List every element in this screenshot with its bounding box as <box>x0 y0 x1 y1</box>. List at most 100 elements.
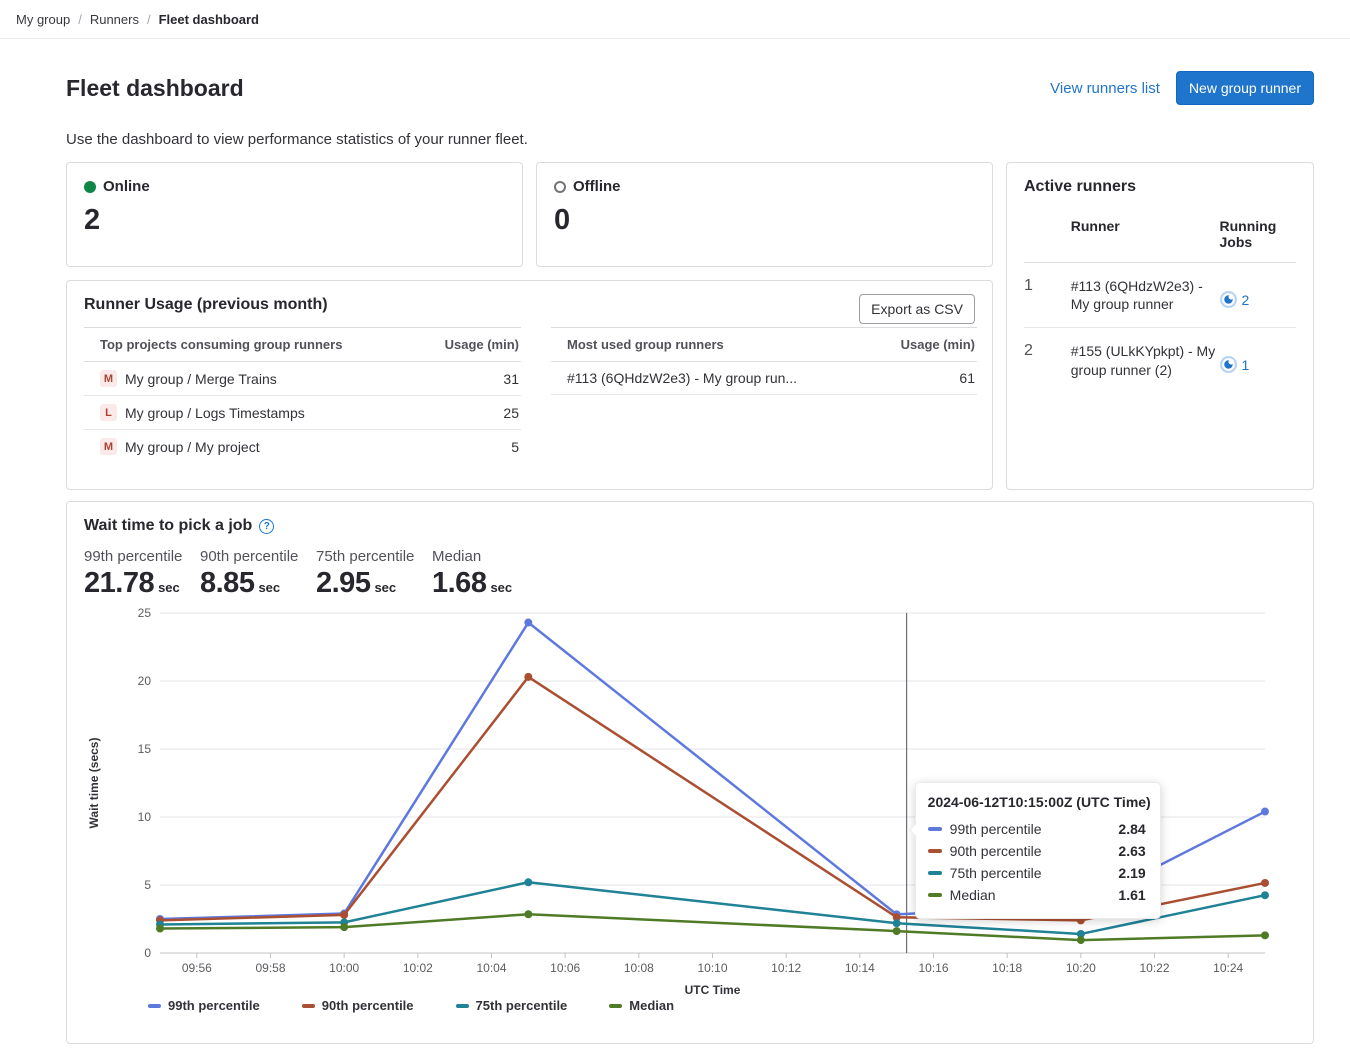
data-point[interactable] <box>156 925 164 933</box>
y-tick-label: 5 <box>144 878 151 892</box>
data-point[interactable] <box>524 910 532 918</box>
tooltip-title: 2024-06-12T10:15:00Z (UTC Time) <box>928 794 1146 810</box>
x-tick-label: 10:04 <box>476 961 506 975</box>
usage-value: 5 <box>431 430 521 464</box>
usage-tables: Top projects consuming group runners Usa… <box>84 327 975 463</box>
tooltip-series-chip <box>928 871 942 875</box>
project-avatar: M <box>100 438 117 455</box>
runner-usage-title: Runner Usage (previous month) <box>84 296 975 314</box>
wait-time-chart[interactable]: 051015202509:5609:5810:0010:0210:0410:06… <box>84 606 1296 1031</box>
breadcrumb-separator: / <box>147 12 151 27</box>
x-tick-label: 10:10 <box>697 961 727 975</box>
view-runners-list-link[interactable]: View runners list <box>1050 80 1160 97</box>
running-jobs-cell: 1 <box>1220 356 1297 373</box>
tooltip-row: Median1.61 <box>928 884 1146 906</box>
running-jobs-count[interactable]: 2 <box>1242 292 1250 308</box>
legend-label: 75th percentile <box>476 998 568 1013</box>
page-title: Fleet dashboard <box>66 75 244 102</box>
x-tick-label: 10:18 <box>992 961 1022 975</box>
offline-count: 0 <box>554 204 975 237</box>
legend-item-75th-percentile[interactable]: 75th percentile <box>456 998 568 1013</box>
export-csv-button[interactable]: Export as CSV <box>859 294 975 324</box>
runner-name: #113 (6QHdzW2e3) - My group run... <box>551 362 887 395</box>
stat-unit: sec <box>374 580 396 595</box>
x-tick-label: 09:56 <box>182 961 212 975</box>
data-point[interactable] <box>1077 936 1085 944</box>
table-row: 2 #155 (ULkKYpkpt) - My group runner (2)… <box>1024 328 1296 393</box>
usage-value: 31 <box>431 362 521 396</box>
x-tick-label: 10:02 <box>403 961 433 975</box>
project-name: My group / My project <box>125 439 260 455</box>
x-tick-label: 10:22 <box>1139 961 1169 975</box>
data-point[interactable] <box>524 878 532 886</box>
runner-index: 1 <box>1024 263 1071 328</box>
data-point[interactable] <box>340 911 348 919</box>
breadcrumb-runners[interactable]: Runners <box>90 12 139 27</box>
data-point[interactable] <box>1261 931 1269 939</box>
y-tick-label: 10 <box>138 810 152 824</box>
legend-item-99th-percentile[interactable]: 99th percentile <box>148 998 260 1013</box>
stat-unit: sec <box>158 580 180 595</box>
offline-label: Offline <box>573 178 621 195</box>
legend-label: 99th percentile <box>168 998 260 1013</box>
chart-tooltip: 2024-06-12T10:15:00Z (UTC Time) 99th per… <box>915 782 1161 919</box>
legend-label: Median <box>629 998 674 1013</box>
stat-75th: 75th percentile 2.95sec <box>316 548 432 600</box>
cards-grid: Online 2 Offline 0 Active runners Runner… <box>66 162 1314 490</box>
tooltip-series-chip <box>928 827 942 831</box>
data-point[interactable] <box>1261 891 1269 899</box>
tooltip-series-name: 99th percentile <box>950 821 1042 837</box>
stat-99th: 99th percentile 21.78sec <box>84 548 200 600</box>
breadcrumb-my-group[interactable]: My group <box>16 12 70 27</box>
active-runners-panel: Active runners Runner Running Jobs 1 #11… <box>1006 162 1314 490</box>
tooltip-series-chip <box>928 893 942 897</box>
x-tick-label: 10:16 <box>918 961 948 975</box>
offline-card-header: Offline <box>554 178 975 195</box>
data-point[interactable] <box>1261 808 1269 816</box>
data-point[interactable] <box>524 673 532 681</box>
stat-value: 1.68 <box>432 567 486 600</box>
stat-unit: sec <box>490 580 512 595</box>
x-tick-label: 10:20 <box>1066 961 1096 975</box>
y-tick-label: 25 <box>138 606 152 620</box>
stat-unit: sec <box>258 580 280 595</box>
data-point[interactable] <box>340 923 348 931</box>
new-group-runner-button[interactable]: New group runner <box>1176 71 1314 105</box>
running-jobs-count[interactable]: 1 <box>1242 357 1250 373</box>
column-header-usage-min: Usage (min) <box>887 328 977 362</box>
tooltip-series-name: 75th percentile <box>950 865 1042 881</box>
data-point[interactable] <box>1261 879 1269 887</box>
usage-value: 25 <box>431 396 521 430</box>
x-axis-label: UTC Time <box>685 983 741 997</box>
wait-time-stats: 99th percentile 21.78sec 90th percentile… <box>84 548 1296 600</box>
legend-chip <box>148 1004 161 1008</box>
stat-value: 21.78 <box>84 567 154 600</box>
x-tick-label: 10:06 <box>550 961 580 975</box>
column-header-index <box>1024 210 1071 263</box>
legend-chip <box>302 1004 315 1008</box>
stat-label: 90th percentile <box>200 548 316 565</box>
x-tick-label: 09:58 <box>255 961 285 975</box>
running-jobs-cell: 2 <box>1220 291 1297 308</box>
tooltip-series-value: 2.84 <box>1118 821 1145 837</box>
tooltip-series-chip <box>928 849 942 853</box>
column-header-top-projects: Top projects consuming group runners <box>84 328 431 362</box>
runner-name: #113 (6QHdzW2e3) - My group runner <box>1071 263 1220 328</box>
usage-value: 61 <box>887 362 977 395</box>
column-header-runner: Runner <box>1071 210 1220 263</box>
help-icon[interactable]: ? <box>259 519 274 534</box>
project-name: My group / Merge Trains <box>125 371 277 387</box>
legend-item-median[interactable]: Median <box>609 998 674 1013</box>
project-avatar: L <box>100 404 117 421</box>
data-point[interactable] <box>893 919 901 927</box>
data-point[interactable] <box>893 927 901 935</box>
table-row: MMy group / Merge Trains 31 <box>84 362 521 396</box>
y-tick-label: 15 <box>138 742 152 756</box>
header-actions: View runners list New group runner <box>1050 71 1314 105</box>
legend-item-90th-percentile[interactable]: 90th percentile <box>302 998 414 1013</box>
data-point[interactable] <box>524 619 532 627</box>
table-row: #113 (6QHdzW2e3) - My group run... 61 <box>551 362 977 395</box>
column-header-running-jobs: Running Jobs <box>1220 210 1297 263</box>
legend-label: 90th percentile <box>322 998 414 1013</box>
page-description: Use the dashboard to view performance st… <box>66 131 1314 148</box>
